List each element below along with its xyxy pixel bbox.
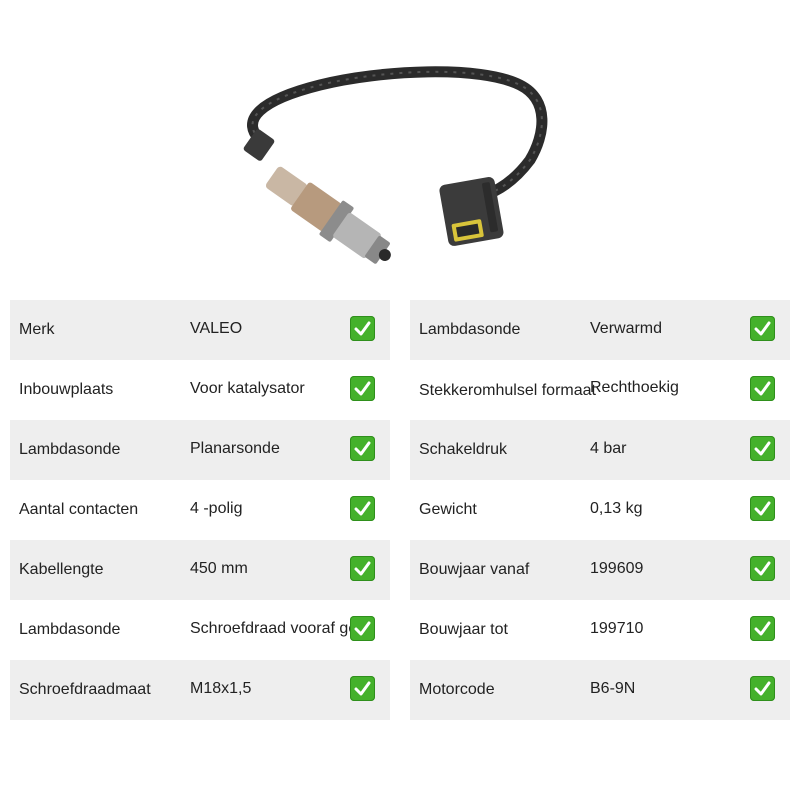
- spec-label: Lambdasonde: [19, 621, 121, 638]
- spec-row: Merk VALEO: [10, 300, 390, 360]
- spec-row: Kabellengte 450 mm: [10, 540, 390, 600]
- spec-label: Bouwjaar tot: [419, 621, 508, 638]
- product-image: [200, 40, 600, 280]
- spec-label: Schroefdraadmaat: [19, 681, 151, 698]
- spec-row: Gewicht 0,13 kg: [410, 480, 790, 540]
- spec-label: Lambdasonde: [419, 321, 521, 338]
- spec-label: Aantal contacten: [19, 501, 139, 518]
- spec-value: 199710: [590, 620, 644, 637]
- spec-table-left: Merk VALEO Inbouwplaats Voor katalysator…: [10, 300, 390, 720]
- spec-row: Motorcode B6-9N: [410, 660, 790, 720]
- spec-value: Rechthoekig: [590, 379, 679, 396]
- spec-row: Schroefdraadmaat M18x1,5: [10, 660, 390, 720]
- check-icon: [350, 316, 375, 341]
- check-icon: [350, 496, 375, 521]
- spec-value: 0,13 kg: [590, 500, 643, 517]
- check-icon: [750, 376, 775, 401]
- lambda-sensor-image: [243, 66, 548, 264]
- check-icon: [350, 556, 375, 581]
- spec-row: Inbouwplaats Voor katalysator: [10, 360, 390, 420]
- spec-row: Lambdasonde Verwarmd: [410, 300, 790, 360]
- check-icon: [750, 676, 775, 701]
- spec-value: M18x1,5: [190, 680, 252, 697]
- spec-label: Motorcode: [419, 681, 495, 698]
- spec-label: Merk: [19, 321, 55, 338]
- spec-label: Stekkeromhulsel formaat: [419, 382, 596, 399]
- check-icon: [350, 676, 375, 701]
- spec-row: Bouwjaar vanaf 199609: [410, 540, 790, 600]
- spec-value: Planarsonde: [190, 440, 280, 457]
- spec-label: Lambdasonde: [19, 441, 121, 458]
- check-icon: [350, 376, 375, 401]
- spec-value: Verwarmd: [590, 320, 663, 337]
- spec-row: Stekkeromhulsel formaat Rechthoekig: [410, 360, 790, 420]
- spec-value: 199609: [590, 560, 644, 577]
- spec-label: Kabellengte: [19, 561, 104, 578]
- check-icon: [750, 556, 775, 581]
- spec-row: Schakeldruk 4 bar: [410, 420, 790, 480]
- check-icon: [750, 496, 775, 521]
- check-icon: [350, 436, 375, 461]
- spec-row: Lambdasonde Planarsonde: [10, 420, 390, 480]
- spec-label: Schakeldruk: [419, 441, 508, 458]
- spec-value: Voor katalysator: [190, 380, 305, 397]
- spec-value: VALEO: [190, 320, 243, 337]
- spec-row: Lambdasonde Schroefdraad vooraf gev: [10, 600, 390, 660]
- check-icon: [350, 616, 375, 641]
- spec-label: Bouwjaar vanaf: [419, 561, 530, 578]
- spec-row: Aantal contacten 4 -polig: [10, 480, 390, 540]
- spec-row: Bouwjaar tot 199710: [410, 600, 790, 660]
- spec-value: 4 -polig: [190, 500, 243, 517]
- spec-value: 4 bar: [590, 440, 627, 457]
- check-icon: [750, 436, 775, 461]
- spec-label: Inbouwplaats: [19, 381, 114, 398]
- spec-label: Gewicht: [419, 501, 477, 518]
- spec-table-right: Lambdasonde Verwarmd Stekkeromhulsel for…: [410, 300, 790, 720]
- spec-value: B6-9N: [590, 680, 636, 697]
- check-icon: [750, 616, 775, 641]
- spec-value: Schroefdraad vooraf gev: [190, 620, 366, 637]
- spec-value: 450 mm: [190, 560, 248, 577]
- check-icon: [750, 316, 775, 341]
